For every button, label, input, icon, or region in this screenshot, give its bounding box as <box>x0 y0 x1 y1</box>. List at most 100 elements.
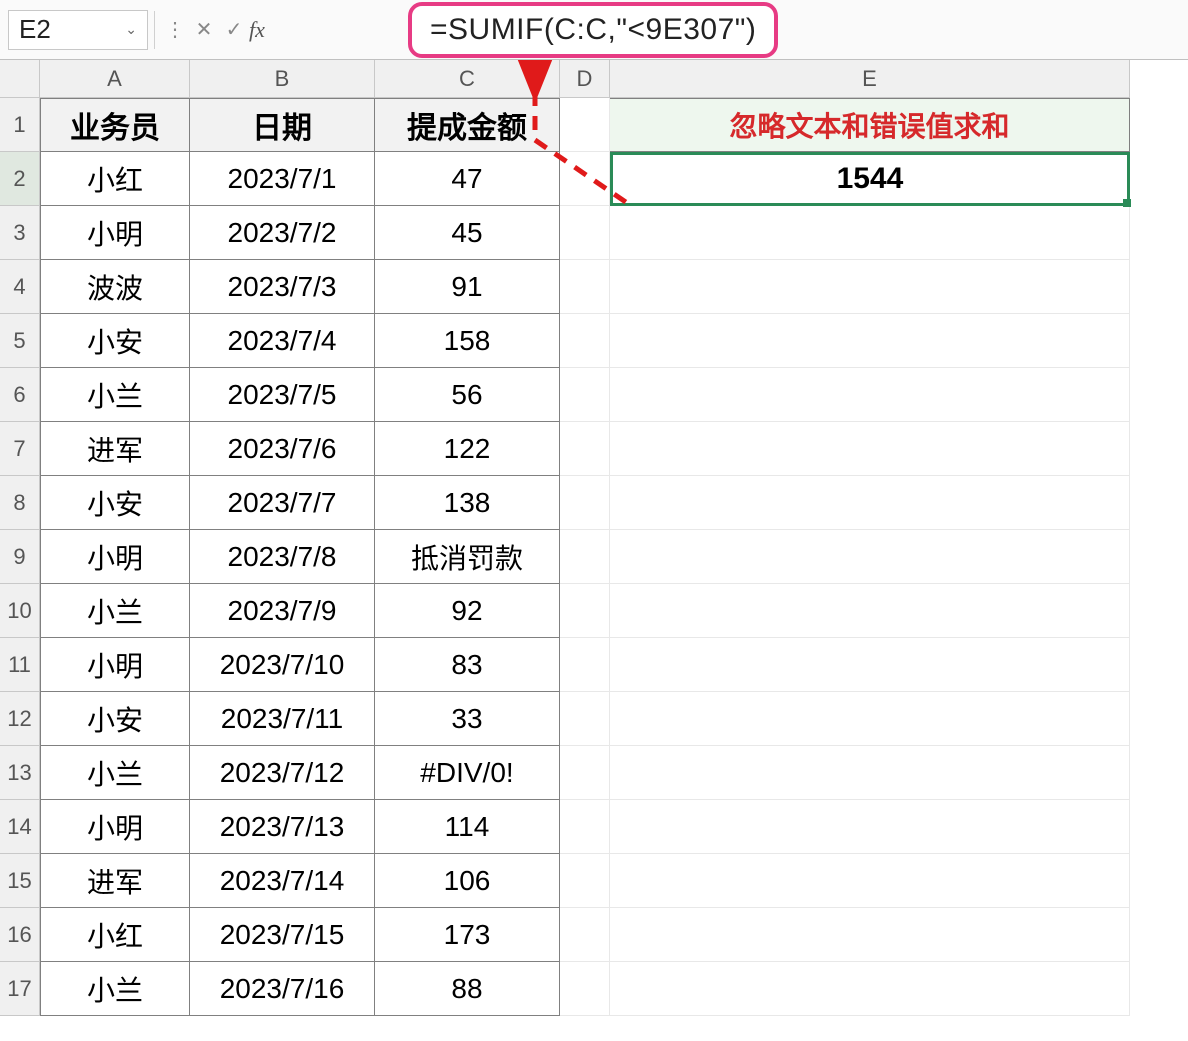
cell-B2[interactable]: 2023/7/1 <box>190 152 375 206</box>
row-header-4[interactable]: 4 <box>0 260 40 314</box>
cell-A13[interactable]: 小兰 <box>40 746 190 800</box>
row-header-2[interactable]: 2 <box>0 152 40 206</box>
formula-input-highlight[interactable]: =SUMIF(C:C,"<9E307") <box>408 2 778 58</box>
cell-E5[interactable] <box>610 314 1130 368</box>
cell-A2[interactable]: 小红 <box>40 152 190 206</box>
cell-D3[interactable] <box>560 206 610 260</box>
row-header-15[interactable]: 15 <box>0 854 40 908</box>
row-header-8[interactable]: 8 <box>0 476 40 530</box>
cell-B10[interactable]: 2023/7/9 <box>190 584 375 638</box>
cell-C6[interactable]: 56 <box>375 368 560 422</box>
row-header-9[interactable]: 9 <box>0 530 40 584</box>
cell-C15[interactable]: 106 <box>375 854 560 908</box>
column-header-B[interactable]: B <box>190 60 375 98</box>
fx-icon[interactable]: fx <box>249 17 265 43</box>
cell-D7[interactable] <box>560 422 610 476</box>
cell-C12[interactable]: 33 <box>375 692 560 746</box>
accept-formula-button[interactable]: ✓ <box>219 15 249 45</box>
cell-B11[interactable]: 2023/7/10 <box>190 638 375 692</box>
cell-E6[interactable] <box>610 368 1130 422</box>
name-box[interactable]: E2 ⌄ <box>8 10 148 50</box>
cell-A6[interactable]: 小兰 <box>40 368 190 422</box>
cell-B14[interactable]: 2023/7/13 <box>190 800 375 854</box>
row-header-16[interactable]: 16 <box>0 908 40 962</box>
row-header-13[interactable]: 13 <box>0 746 40 800</box>
cell-D11[interactable] <box>560 638 610 692</box>
cell-E10[interactable] <box>610 584 1130 638</box>
cell-A7[interactable]: 进军 <box>40 422 190 476</box>
column-header-D[interactable]: D <box>560 60 610 98</box>
cell-D1[interactable] <box>560 98 610 152</box>
row-header-7[interactable]: 7 <box>0 422 40 476</box>
cell-C11[interactable]: 83 <box>375 638 560 692</box>
cell-A1[interactable]: 业务员 <box>40 98 190 152</box>
cell-C4[interactable]: 91 <box>375 260 560 314</box>
cell-B6[interactable]: 2023/7/5 <box>190 368 375 422</box>
cell-C16[interactable]: 173 <box>375 908 560 962</box>
cell-D14[interactable] <box>560 800 610 854</box>
cell-E4[interactable] <box>610 260 1130 314</box>
cell-E14[interactable] <box>610 800 1130 854</box>
column-header-C[interactable]: C <box>375 60 560 98</box>
cell-A10[interactable]: 小兰 <box>40 584 190 638</box>
cell-C17[interactable]: 88 <box>375 962 560 1016</box>
cell-B7[interactable]: 2023/7/6 <box>190 422 375 476</box>
cell-D6[interactable] <box>560 368 610 422</box>
column-header-E[interactable]: E <box>610 60 1130 98</box>
row-header-11[interactable]: 11 <box>0 638 40 692</box>
cell-A9[interactable]: 小明 <box>40 530 190 584</box>
cell-E2[interactable]: 1544 <box>610 152 1130 206</box>
cell-E3[interactable] <box>610 206 1130 260</box>
cell-D13[interactable] <box>560 746 610 800</box>
cell-B12[interactable]: 2023/7/11 <box>190 692 375 746</box>
cell-E17[interactable] <box>610 962 1130 1016</box>
cell-B4[interactable]: 2023/7/3 <box>190 260 375 314</box>
cell-C1[interactable]: 提成金额 <box>375 98 560 152</box>
cell-A3[interactable]: 小明 <box>40 206 190 260</box>
cell-E1[interactable]: 忽略文本和错误值求和 <box>610 98 1130 152</box>
cell-B16[interactable]: 2023/7/15 <box>190 908 375 962</box>
cell-A15[interactable]: 进军 <box>40 854 190 908</box>
cell-A16[interactable]: 小红 <box>40 908 190 962</box>
cell-C13[interactable]: #DIV/0! <box>375 746 560 800</box>
cell-E8[interactable] <box>610 476 1130 530</box>
cell-D10[interactable] <box>560 584 610 638</box>
cell-E7[interactable] <box>610 422 1130 476</box>
cell-C14[interactable]: 114 <box>375 800 560 854</box>
cell-A12[interactable]: 小安 <box>40 692 190 746</box>
cell-B3[interactable]: 2023/7/2 <box>190 206 375 260</box>
cell-C2[interactable]: 47 <box>375 152 560 206</box>
row-header-17[interactable]: 17 <box>0 962 40 1016</box>
cell-B13[interactable]: 2023/7/12 <box>190 746 375 800</box>
cell-C5[interactable]: 158 <box>375 314 560 368</box>
column-header-A[interactable]: A <box>40 60 190 98</box>
cell-E9[interactable] <box>610 530 1130 584</box>
cell-C7[interactable]: 122 <box>375 422 560 476</box>
cell-C3[interactable]: 45 <box>375 206 560 260</box>
cell-D12[interactable] <box>560 692 610 746</box>
cell-E11[interactable] <box>610 638 1130 692</box>
row-header-14[interactable]: 14 <box>0 800 40 854</box>
cell-B17[interactable]: 2023/7/16 <box>190 962 375 1016</box>
row-header-12[interactable]: 12 <box>0 692 40 746</box>
cell-D4[interactable] <box>560 260 610 314</box>
cell-A8[interactable]: 小安 <box>40 476 190 530</box>
cell-D15[interactable] <box>560 854 610 908</box>
cell-B5[interactable]: 2023/7/4 <box>190 314 375 368</box>
row-header-5[interactable]: 5 <box>0 314 40 368</box>
cell-C9[interactable]: 抵消罚款 <box>375 530 560 584</box>
row-header-10[interactable]: 10 <box>0 584 40 638</box>
cell-D16[interactable] <box>560 908 610 962</box>
cell-A14[interactable]: 小明 <box>40 800 190 854</box>
cell-C10[interactable]: 92 <box>375 584 560 638</box>
row-header-3[interactable]: 3 <box>0 206 40 260</box>
cell-E13[interactable] <box>610 746 1130 800</box>
cell-B1[interactable]: 日期 <box>190 98 375 152</box>
cell-D8[interactable] <box>560 476 610 530</box>
row-header-1[interactable]: 1 <box>0 98 40 152</box>
cell-A17[interactable]: 小兰 <box>40 962 190 1016</box>
select-all-corner[interactable] <box>0 60 40 98</box>
cell-B15[interactable]: 2023/7/14 <box>190 854 375 908</box>
cell-E12[interactable] <box>610 692 1130 746</box>
cell-D17[interactable] <box>560 962 610 1016</box>
